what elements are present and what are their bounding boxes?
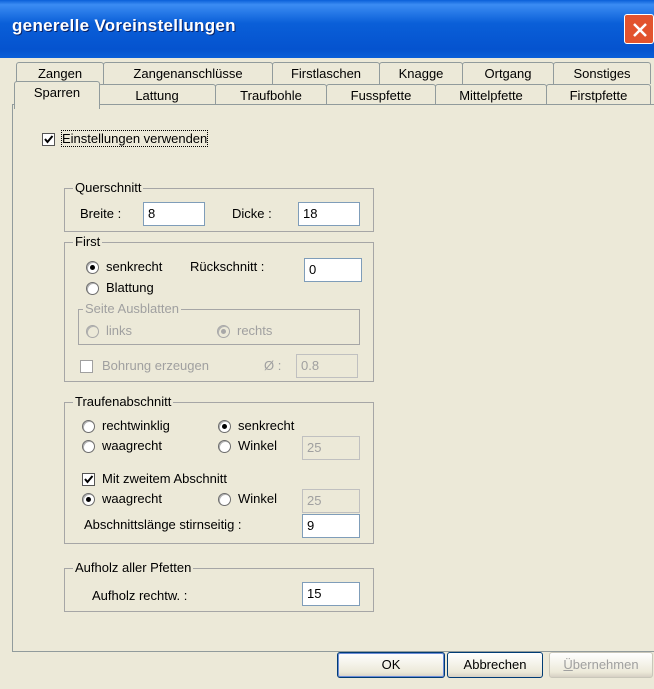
traufe-winkel-label: Winkel [238, 438, 278, 453]
seite-rechts-label: rechts [237, 323, 273, 338]
tab-mittelpfette[interactable]: Mittelpfette [435, 84, 547, 106]
querschnitt-title: Querschnitt [73, 180, 144, 195]
bohrung-label: Bohrung erzeugen [102, 358, 209, 373]
rechtwinklig-label: rechtwinklig [102, 418, 170, 433]
traufe-senkrecht-radio[interactable] [218, 420, 231, 433]
tab-sonstiges[interactable]: Sonstiges [553, 62, 651, 84]
tab-fusspfette[interactable]: Fusspfette [326, 84, 436, 106]
dialog-window: generelle Voreinstellungen Zangen Zangen… [0, 0, 654, 689]
apply-button[interactable]: Übernehmen [549, 652, 653, 678]
second-cut-checkbox[interactable] [82, 473, 95, 486]
first-senkrecht-label: senkrecht [106, 259, 163, 274]
checkmark-icon [44, 135, 54, 144]
use-settings-checkbox[interactable] [42, 133, 55, 146]
aufholz-label: Aufholz rechtw. : [92, 588, 188, 603]
first-senkrecht-radio[interactable] [86, 261, 99, 274]
title-bar[interactable]: generelle Voreinstellungen [0, 0, 654, 58]
second-cut-label: Mit zweitem Abschnitt [102, 471, 227, 486]
seite-links-label: links [106, 323, 133, 338]
rechtwinklig-radio[interactable] [82, 420, 95, 433]
second-winkel-label: Winkel [238, 491, 278, 506]
close-icon [633, 23, 647, 37]
seite-rechts-radio[interactable] [217, 325, 230, 338]
bohrung-checkbox[interactable] [80, 360, 93, 373]
dicke-label: Dicke : [232, 206, 272, 221]
traufe-winkel-input[interactable]: 25 [302, 436, 360, 460]
tab-ortgang[interactable]: Ortgang [462, 62, 554, 84]
rueckschnitt-label: Rückschnitt : [190, 259, 265, 274]
traufe-waagrecht-radio[interactable] [82, 440, 95, 453]
breite-input[interactable]: 8 [143, 202, 205, 226]
diameter-input[interactable]: 0.8 [296, 354, 358, 378]
use-settings-label[interactable]: Einstellungen verwenden [60, 130, 209, 147]
abschnittslaenge-input[interactable]: 9 [302, 514, 360, 538]
ok-button[interactable]: OK [337, 652, 445, 678]
tab-zangenanschluesse[interactable]: Zangenanschlüsse [103, 62, 273, 84]
first-blattung-label: Blattung [106, 280, 154, 295]
tab-knagge[interactable]: Knagge [379, 62, 463, 84]
second-winkel-radio[interactable] [218, 493, 231, 506]
traufe-senkrecht-label: senkrecht [238, 418, 295, 433]
seite-links-radio[interactable] [86, 325, 99, 338]
traufenabschnitt-title: Traufenabschnitt [73, 394, 174, 409]
tab-sparren[interactable]: Sparren [14, 81, 100, 109]
first-blattung-radio[interactable] [86, 282, 99, 295]
apply-label: bernehmen [572, 657, 639, 672]
breite-label: Breite : [80, 206, 122, 221]
first-title: First [73, 234, 103, 249]
checkmark-icon [84, 475, 94, 484]
aufholz-title: Aufholz aller Pfetten [73, 560, 194, 575]
diameter-label: Ø : [264, 358, 282, 373]
window-title: generelle Voreinstellungen [12, 16, 236, 35]
second-waagrecht-radio[interactable] [82, 493, 95, 506]
rueckschnitt-input[interactable]: 0 [304, 258, 362, 282]
traufe-waagrecht-label: waagrecht [102, 438, 162, 453]
traufe-winkel-radio[interactable] [218, 440, 231, 453]
second-winkel-input[interactable]: 25 [302, 489, 360, 513]
aufholz-input[interactable]: 15 [302, 582, 360, 606]
cancel-button[interactable]: Abbrechen [447, 652, 543, 678]
apply-mnemonic: Ü [563, 657, 573, 672]
dicke-input[interactable]: 18 [298, 202, 360, 226]
tab-lattung[interactable]: Lattung [98, 84, 216, 106]
second-waagrecht-label: waagrecht [102, 491, 162, 506]
abschnittslaenge-label: Abschnittslänge stirnseitig : [84, 517, 242, 532]
tab-firstpfette[interactable]: Firstpfette [546, 84, 651, 106]
tab-traufbohle[interactable]: Traufbohle [215, 84, 327, 106]
seite-ausblatten-title: Seite Ausblatten [83, 301, 181, 316]
tab-firstlaschen[interactable]: Firstlaschen [272, 62, 380, 84]
close-button[interactable] [624, 14, 654, 44]
